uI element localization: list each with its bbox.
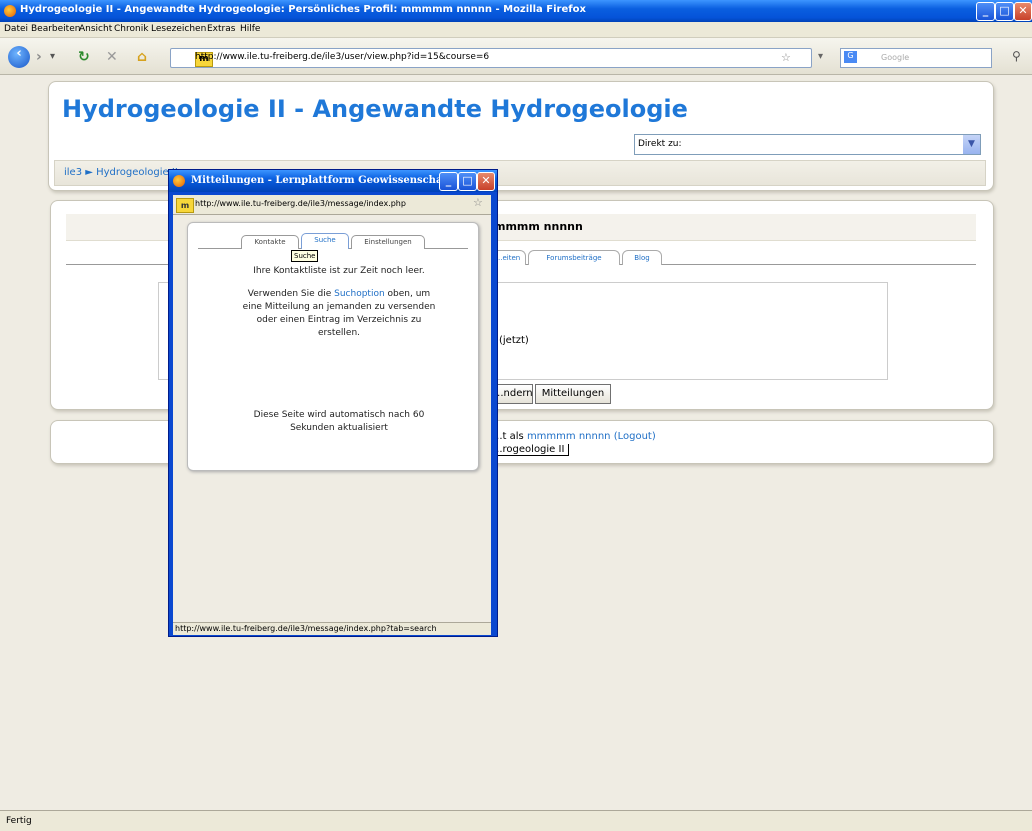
suche-tooltip: Suche <box>291 250 319 262</box>
menu-hilfe[interactable]: Hilfe <box>240 24 260 34</box>
auto-refresh-text: Diese Seite wird automatisch nach 60 <box>253 410 425 420</box>
login-info: ...t als mmmmm nnnnn (Logout) <box>493 431 656 442</box>
status-text: Fertig <box>6 816 32 826</box>
search-go-icon[interactable]: ⚲ <box>1012 49 1021 63</box>
menu-lesezeichen[interactable]: Lesezeichen <box>151 24 206 34</box>
tab-blog[interactable]: Blog <box>622 250 662 265</box>
history-dropdown-icon[interactable]: ▾ <box>50 51 55 62</box>
messages-button[interactable]: Mitteilungen <box>535 384 611 404</box>
tab-kontakte[interactable]: Kontakte <box>241 235 299 249</box>
messages-panel: Kontakte Suche Einstellungen Ihre Kontak… <box>187 222 479 471</box>
site-favicon-icon: m <box>176 198 194 213</box>
login-user-link[interactable]: mmmmm nnnnn <box>527 431 611 442</box>
auto-refresh-text-2: Sekunden aktualisiert <box>290 423 388 433</box>
jump-select-label: Direkt zu: <box>638 139 682 149</box>
search-placeholder: Google <box>881 53 910 62</box>
search-hint-text-2: eine Mitteilung an jemanden zu versenden <box>242 302 436 312</box>
popup-title: Mitteilungen - Lernplattform Geowissensc… <box>191 175 469 186</box>
url-bar[interactable]: m http://www.ile.tu-freiberg.de/ile3/use… <box>170 48 812 68</box>
search-hint-text-4: erstellen. <box>317 328 361 338</box>
popup-status-text: http://www.ile.tu-freiberg.de/ile3/messa… <box>175 624 437 633</box>
google-engine-icon[interactable]: G <box>844 51 857 63</box>
empty-contacts-message: Ihre Kontaktliste ist zur Zeit noch leer… <box>253 266 425 276</box>
menu-bearbeiten[interactable]: Bearbeiten <box>31 24 80 34</box>
last-access-value: (jetzt) <box>499 335 529 346</box>
forward-arrow-icon[interactable]: › <box>36 49 42 65</box>
menu-extras[interactable]: Extras <box>207 24 235 34</box>
stop-icon[interactable]: ✕ <box>106 49 118 65</box>
profile-name: mmmm nnnnn <box>494 220 583 233</box>
logout-link[interactable]: (Logout) <box>614 431 656 442</box>
back-arrow-icon[interactable]: ‹ <box>8 46 30 68</box>
course-home-button[interactable]: ...rogeologie II <box>493 444 570 456</box>
tab-forum-posts[interactable]: Forumsbeiträge <box>528 250 620 265</box>
url-dropdown-icon[interactable]: ▾ <box>818 51 823 62</box>
popup-address-bar[interactable]: m http://www.ile.tu-freiberg.de/ile3/mes… <box>173 195 491 215</box>
reload-icon[interactable]: ↻ <box>78 49 90 65</box>
menu-ansicht[interactable]: Ansicht <box>79 24 112 34</box>
search-box[interactable]: G Google <box>840 48 992 68</box>
course-heading: Hydrogeologie II - Angewandte Hydrogeolo… <box>62 95 688 123</box>
messages-popup-window: Mitteilungen - Lernplattform Geowissensc… <box>168 169 498 637</box>
menu-bar: Datei Bearbeiten Ansicht Chronik Lesezei… <box>0 22 1032 38</box>
bookmark-star-icon[interactable]: ☆ <box>473 196 483 209</box>
login-info-prefix: ...t als <box>493 431 527 442</box>
url-text[interactable]: http://www.ile.tu-freiberg.de/ile3/user/… <box>195 52 489 62</box>
chevron-down-icon[interactable]: ▼ <box>963 135 980 154</box>
tab-suche[interactable]: Suche <box>301 233 349 249</box>
popup-content: Kontakte Suche Einstellungen Ihre Kontak… <box>173 215 491 622</box>
search-hint-text-3: oder einen Eintrag im Verzeichnis zu <box>256 315 422 325</box>
window-titlebar[interactable]: Hydrogeologie II - Angewandte Hydrogeolo… <box>0 0 1032 22</box>
navigation-toolbar: ‹ › ▾ ↻ ✕ ⌂ m http://www.ile.tu-freiberg… <box>0 38 1032 75</box>
firefox-icon <box>4 5 16 17</box>
firefox-icon <box>173 175 185 187</box>
popup-minimize-button[interactable]: _ <box>439 172 458 191</box>
popup-maximize-button[interactable]: □ <box>458 172 477 191</box>
jump-select[interactable]: Direkt zu: ▼ <box>634 134 981 155</box>
window-title: Hydrogeologie II - Angewandte Hydrogeolo… <box>20 4 586 15</box>
status-bar: Fertig <box>0 810 1032 831</box>
minimize-button[interactable]: _ <box>976 2 995 21</box>
popup-titlebar[interactable]: Mitteilungen - Lernplattform Geowissensc… <box>169 170 497 192</box>
breadcrumb[interactable]: ile3 ► Hydrogeologie II <box>64 167 178 178</box>
bookmark-star-icon[interactable]: ☆ <box>781 51 791 64</box>
close-button[interactable]: ✕ <box>1014 2 1032 21</box>
maximize-button[interactable]: □ <box>995 2 1014 21</box>
menu-chronik[interactable]: Chronik <box>114 24 148 34</box>
menu-datei[interactable]: Datei <box>4 24 28 34</box>
home-icon[interactable]: ⌂ <box>137 49 147 65</box>
popup-url[interactable]: http://www.ile.tu-freiberg.de/ile3/messa… <box>195 199 406 208</box>
edit-profile-button[interactable]: ...ndern <box>493 384 533 404</box>
search-hint-text: Verwenden Sie die Suchoption oben, um <box>247 289 431 299</box>
popup-close-button[interactable]: ✕ <box>477 172 495 191</box>
search-option-link[interactable]: Suchoption <box>334 289 385 299</box>
popup-status-bar: http://www.ile.tu-freiberg.de/ile3/messa… <box>173 622 491 635</box>
tab-einstellungen[interactable]: Einstellungen <box>351 235 425 249</box>
